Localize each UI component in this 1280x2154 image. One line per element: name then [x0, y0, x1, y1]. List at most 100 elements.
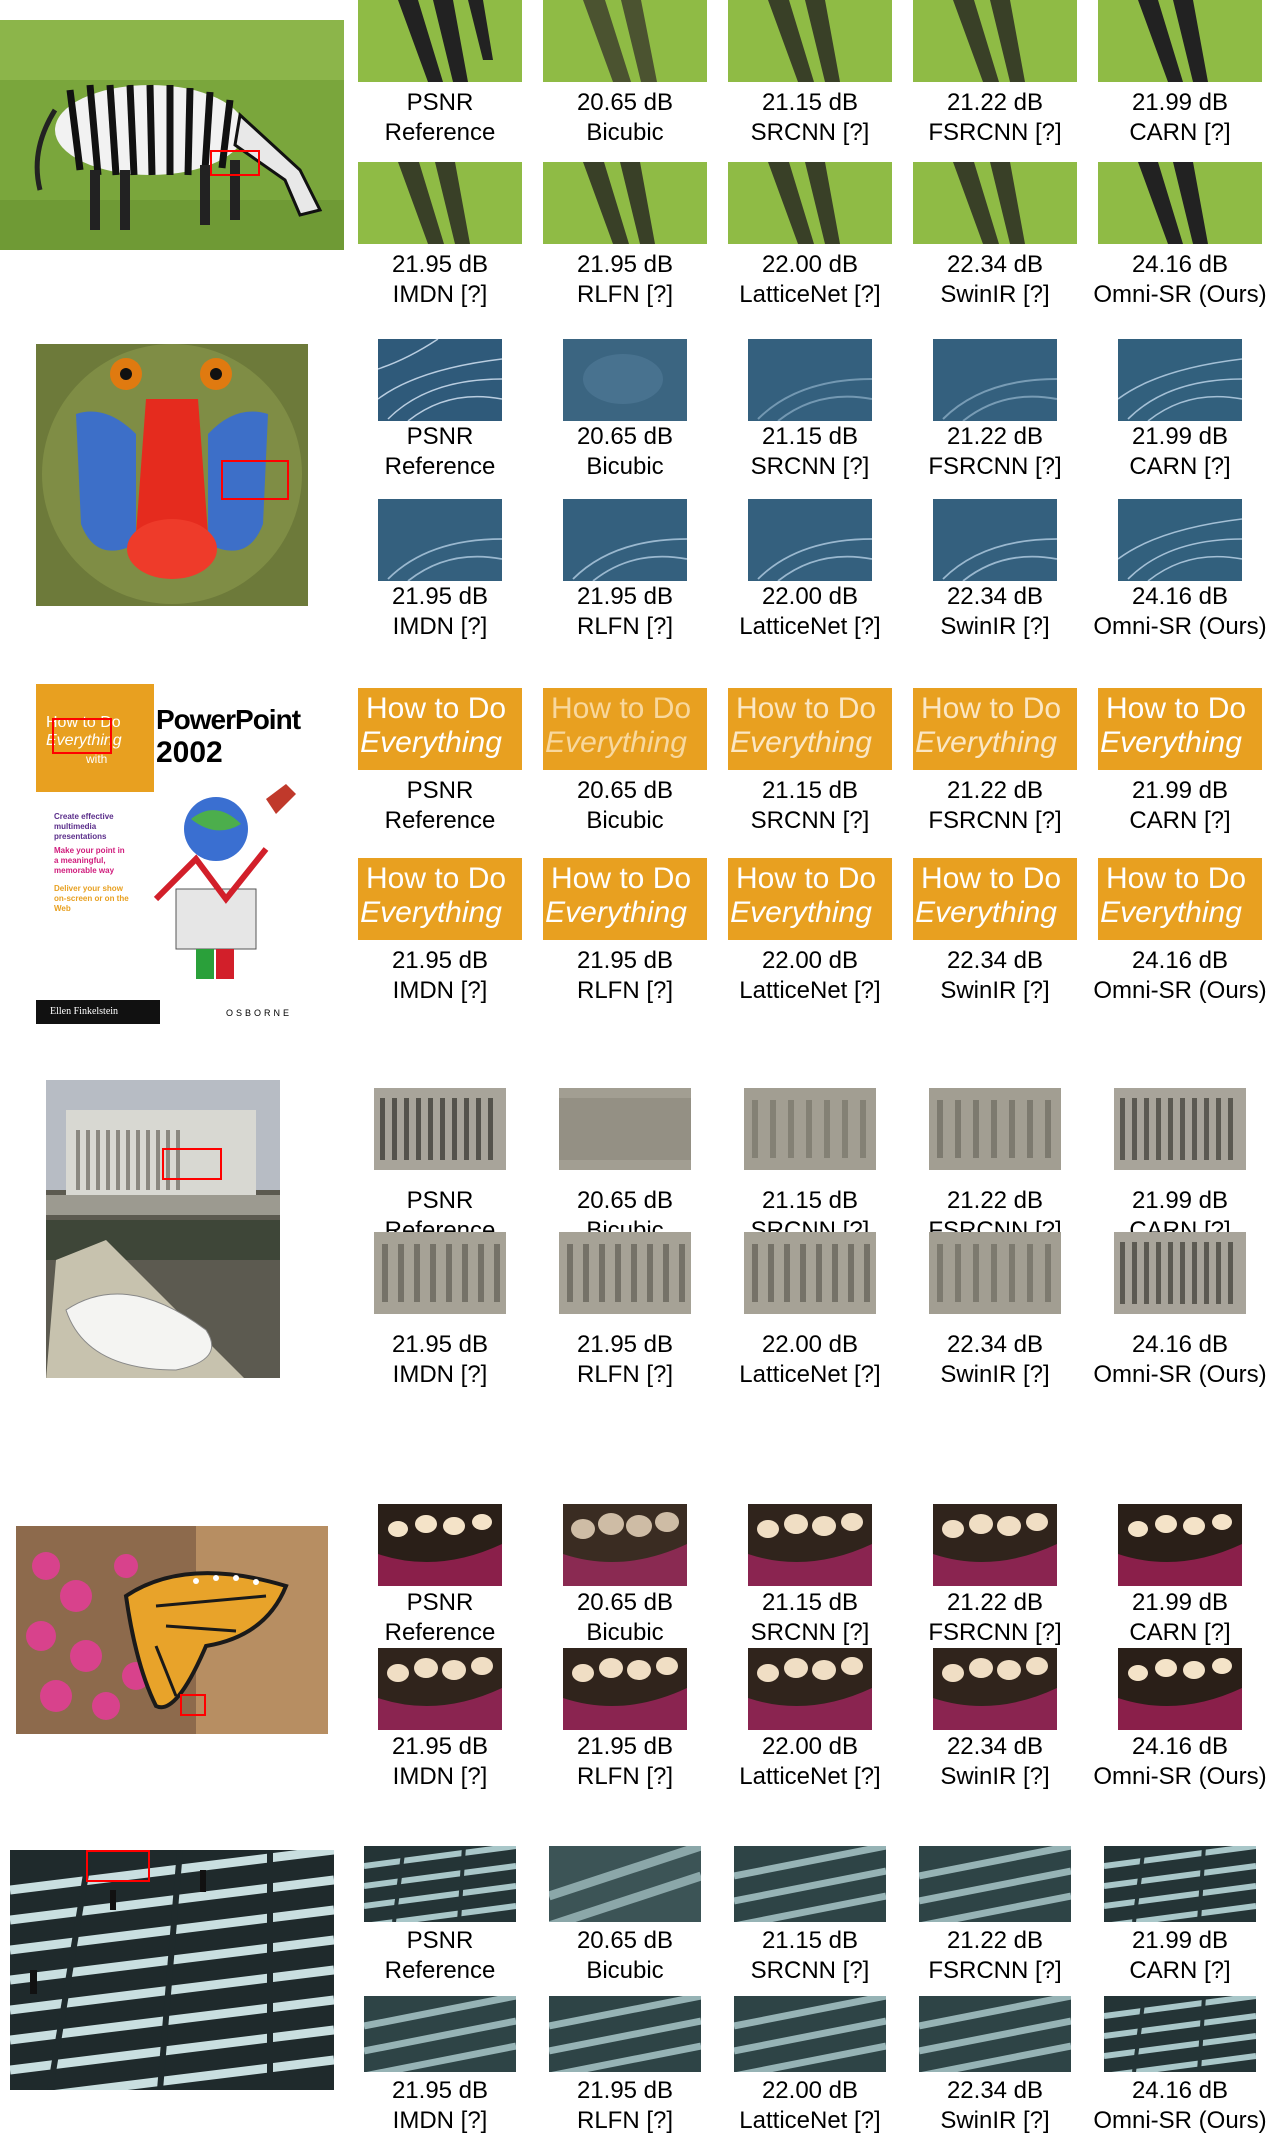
psnr-label: PSNR: [406, 1589, 474, 1616]
method-label: Omni-SR (Ours): [1093, 977, 1267, 1004]
butterfly-image: [16, 1526, 328, 1734]
crop-image: [378, 339, 502, 421]
psnr-label: 21.95 dB: [576, 583, 674, 610]
crop-image: [933, 1504, 1057, 1586]
method-label: LatticeNet [?]: [739, 281, 881, 308]
cover-author: Ellen Finkelstein: [50, 1006, 119, 1017]
method-label: IMDN [?]: [392, 2107, 488, 2134]
psnr-label: 21.95 dB: [576, 2077, 674, 2104]
psnr-label: 20.65 dB: [576, 1927, 674, 1954]
method-label: SwinIR [?]: [940, 2107, 1050, 2134]
crop-image: [933, 339, 1057, 421]
method-label: RLFN [?]: [576, 281, 674, 308]
psnr-label: 20.65 dB: [576, 89, 674, 116]
crop-image: [744, 1232, 876, 1314]
crop-image: [748, 1648, 872, 1730]
figure-row-building: PSNR Reference 20.65 dB Bicubic 21.15 dB SR…: [0, 1080, 1280, 1400]
crop-image: [559, 1088, 691, 1170]
crop-image: [1118, 1504, 1242, 1586]
psnr-label: 21.99 dB: [1131, 1187, 1229, 1214]
method-label: Omni-SR (Ours): [1093, 2107, 1267, 2134]
crop-image: [734, 1996, 886, 2072]
method-label: SRCNN [?]: [750, 119, 870, 146]
method-label: Reference: [384, 807, 496, 834]
method-label: Bicubic: [586, 1619, 664, 1646]
psnr-label: 21.99 dB: [1131, 1927, 1229, 1954]
method-label: Bicubic: [586, 1957, 664, 1984]
crop-text-line1: How to Do: [551, 692, 692, 725]
method-label: IMDN [?]: [392, 281, 488, 308]
method-label: Reference: [384, 453, 496, 480]
psnr-label: 21.99 dB: [1131, 89, 1229, 116]
method-label: SRCNN [?]: [750, 807, 870, 834]
method-label: FSRCNN [?]: [928, 453, 1062, 480]
method-label: RLFN [?]: [576, 977, 674, 1004]
crop-text-line1: How to Do: [551, 862, 692, 895]
floor-image: [10, 1850, 334, 2090]
zoom-region-marker: [86, 1850, 150, 1882]
psnr-label: 20.65 dB: [576, 423, 674, 450]
crop-image: [563, 499, 687, 581]
cover-author-bar: Ellen Finkelstein: [36, 1000, 160, 1024]
crop-image: How to Do Everything: [913, 688, 1077, 770]
crop-image: [933, 1648, 1057, 1730]
method-label: SwinIR [?]: [940, 1763, 1050, 1790]
building-image: [46, 1080, 280, 1378]
psnr-label: 21.15 dB: [761, 1927, 859, 1954]
psnr-label: 24.16 dB: [1131, 947, 1229, 974]
method-label: CARN [?]: [1129, 1957, 1231, 1984]
crop-image: [913, 0, 1077, 82]
psnr-label: 20.65 dB: [576, 1187, 674, 1214]
cover-year: 2002: [156, 736, 223, 769]
method-label: CARN [?]: [1129, 807, 1231, 834]
crop-image: [1104, 1996, 1256, 2072]
crop-image: [919, 1846, 1071, 1922]
crop-image: [1104, 1846, 1256, 1922]
crop-text-line2: Everything: [730, 726, 872, 759]
psnr-label: 24.16 dB: [1131, 2077, 1229, 2104]
method-label: Reference: [384, 119, 496, 146]
psnr-label: 21.22 dB: [946, 89, 1044, 116]
zoom-region-marker: [180, 1694, 206, 1716]
method-label: Omni-SR (Ours): [1093, 281, 1267, 308]
psnr-label: 21.22 dB: [946, 1927, 1044, 1954]
crop-image: [744, 1088, 876, 1170]
crop-image: [563, 1504, 687, 1586]
crop-image: How to Do Everything: [358, 688, 522, 770]
crop-text-line2: Everything: [545, 726, 687, 759]
crop-image: [734, 1846, 886, 1922]
crop-text-line2: Everything: [915, 896, 1057, 929]
crop-image: [1098, 0, 1262, 82]
method-label: SwinIR [?]: [940, 1361, 1050, 1388]
method-label: IMDN [?]: [392, 1361, 488, 1388]
crop-image: [549, 1996, 701, 2072]
crop-image: [1118, 1648, 1242, 1730]
crop-text-line1: How to Do: [1106, 862, 1247, 895]
psnr-label: PSNR: [406, 1927, 474, 1954]
crop-image: [929, 1088, 1061, 1170]
zebra-image: [0, 20, 344, 250]
psnr-label: PSNR: [406, 1187, 474, 1214]
method-label: IMDN [?]: [392, 1763, 488, 1790]
crop-image: [563, 1648, 687, 1730]
psnr-label: 21.95 dB: [391, 251, 489, 278]
crop-image: [919, 1996, 1071, 2072]
cover-illustration: [153, 784, 296, 979]
cover-product: PowerPoint: [156, 704, 301, 735]
psnr-label: 21.95 dB: [576, 1733, 674, 1760]
cover-bullet2: Make your point in a meaningful, memorab…: [54, 846, 125, 875]
method-label: SwinIR [?]: [940, 281, 1050, 308]
method-label: Reference: [384, 1957, 496, 1984]
crop-image: [728, 162, 892, 244]
crop-image: How to Do Everything: [358, 858, 522, 940]
psnr-label: 21.22 dB: [946, 1187, 1044, 1214]
baboon-image: [36, 344, 308, 606]
crop-image: [563, 339, 687, 421]
crop-image: [543, 162, 707, 244]
psnr-label: 20.65 dB: [576, 777, 674, 804]
psnr-label: 21.22 dB: [946, 1589, 1044, 1616]
method-label: SwinIR [?]: [940, 977, 1050, 1004]
figure-row-zebra: PSNR Reference 20.65 dB Bicubic 21.15 dB SR…: [0, 0, 1280, 320]
crop-text-line1: How to Do: [366, 692, 507, 725]
crop-image: [559, 1232, 691, 1314]
